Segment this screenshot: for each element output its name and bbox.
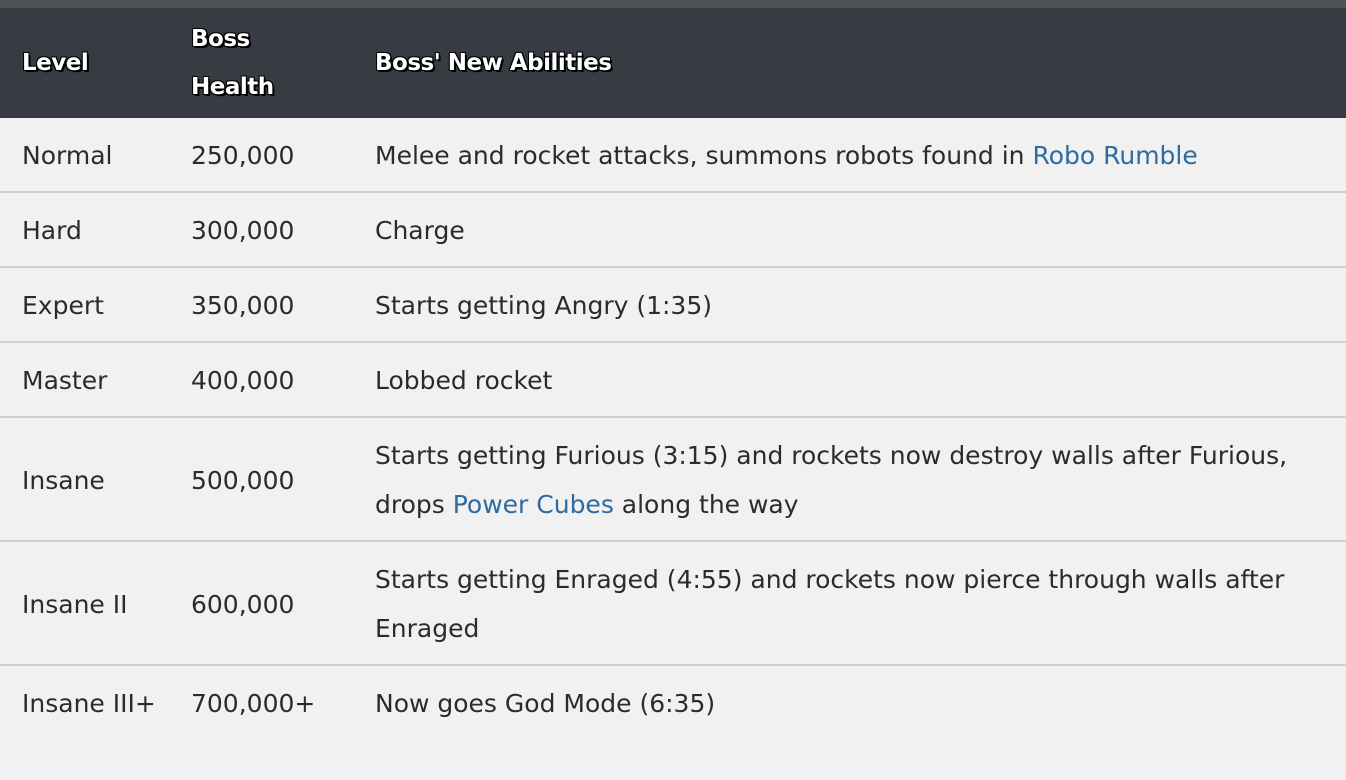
table-row: Master 400,000 Lobbed rocket [0,342,1346,417]
header-boss-health-line2: Health [191,74,274,100]
cell-level: Insane II [0,541,169,665]
cell-abilities: Starts getting Enraged (4:55) and rocket… [353,541,1346,665]
cell-boss-health: 500,000 [169,417,353,541]
cell-boss-health: 600,000 [169,541,353,665]
cell-abilities: Now goes God Mode (6:35) [353,665,1346,739]
cell-boss-health: 400,000 [169,342,353,417]
abilities-text: Lobbed rocket [375,366,553,395]
cell-level: Hard [0,192,169,267]
abilities-text: Charge [375,216,465,245]
cell-boss-health: 250,000 [169,118,353,192]
cell-level: Normal [0,118,169,192]
table-row: Insane 500,000 Starts getting Furious (3:1… [0,417,1346,541]
table-row: Hard 300,000 Charge [0,192,1346,267]
cell-abilities: Lobbed rocket [353,342,1346,417]
header-abilities: Boss' New Abilities [375,50,612,76]
abilities-link[interactable]: Power Cubes [453,490,614,519]
cell-abilities: Starts getting Furious (3:15) and rocket… [353,417,1346,541]
abilities-text: Starts getting Angry (1:35) [375,291,712,320]
table-body: Normal 250,000 Melee and rocket attacks, s… [0,118,1346,739]
abilities-text: Starts getting Enraged (4:55) and rocket… [375,565,1285,643]
cell-level: Expert [0,267,169,342]
top-strip [0,0,1346,8]
cell-abilities: Starts getting Angry (1:35) [353,267,1346,342]
abilities-link[interactable]: Robo Rumble [1032,141,1197,170]
table-row: Insane III+ 700,000+ Now goes God Mode (6:… [0,665,1346,739]
boss-levels-table: Level Boss Health Boss' New Abilities No… [0,8,1346,739]
cell-level: Insane III+ [0,665,169,739]
table-row: Normal 250,000 Melee and rocket attacks, s… [0,118,1346,192]
cell-level: Master [0,342,169,417]
abilities-text-suffix: along the way [613,490,799,519]
table-row: Insane II 600,000 Starts getting Enraged (… [0,541,1346,665]
header-boss-health: Boss Health [169,8,353,118]
abilities-text: Melee and rocket attacks, summons robots… [375,141,1033,170]
cell-boss-health: 300,000 [169,192,353,267]
cell-boss-health: 350,000 [169,267,353,342]
cell-level: Insane [0,417,169,541]
table-row: Expert 350,000 Starts getting Angry (1:35) [0,267,1346,342]
cell-abilities: Melee and rocket attacks, summons robots… [353,118,1346,192]
table-header: Level Boss Health Boss' New Abilities [0,8,1346,118]
abilities-text: Now goes God Mode (6:35) [375,689,716,718]
header-boss-health-line1: Boss [191,26,250,52]
cell-abilities: Charge [353,192,1346,267]
header-row: Level Boss Health Boss' New Abilities [0,8,1346,118]
cell-boss-health: 700,000+ [169,665,353,739]
header-level: Level [22,50,89,76]
